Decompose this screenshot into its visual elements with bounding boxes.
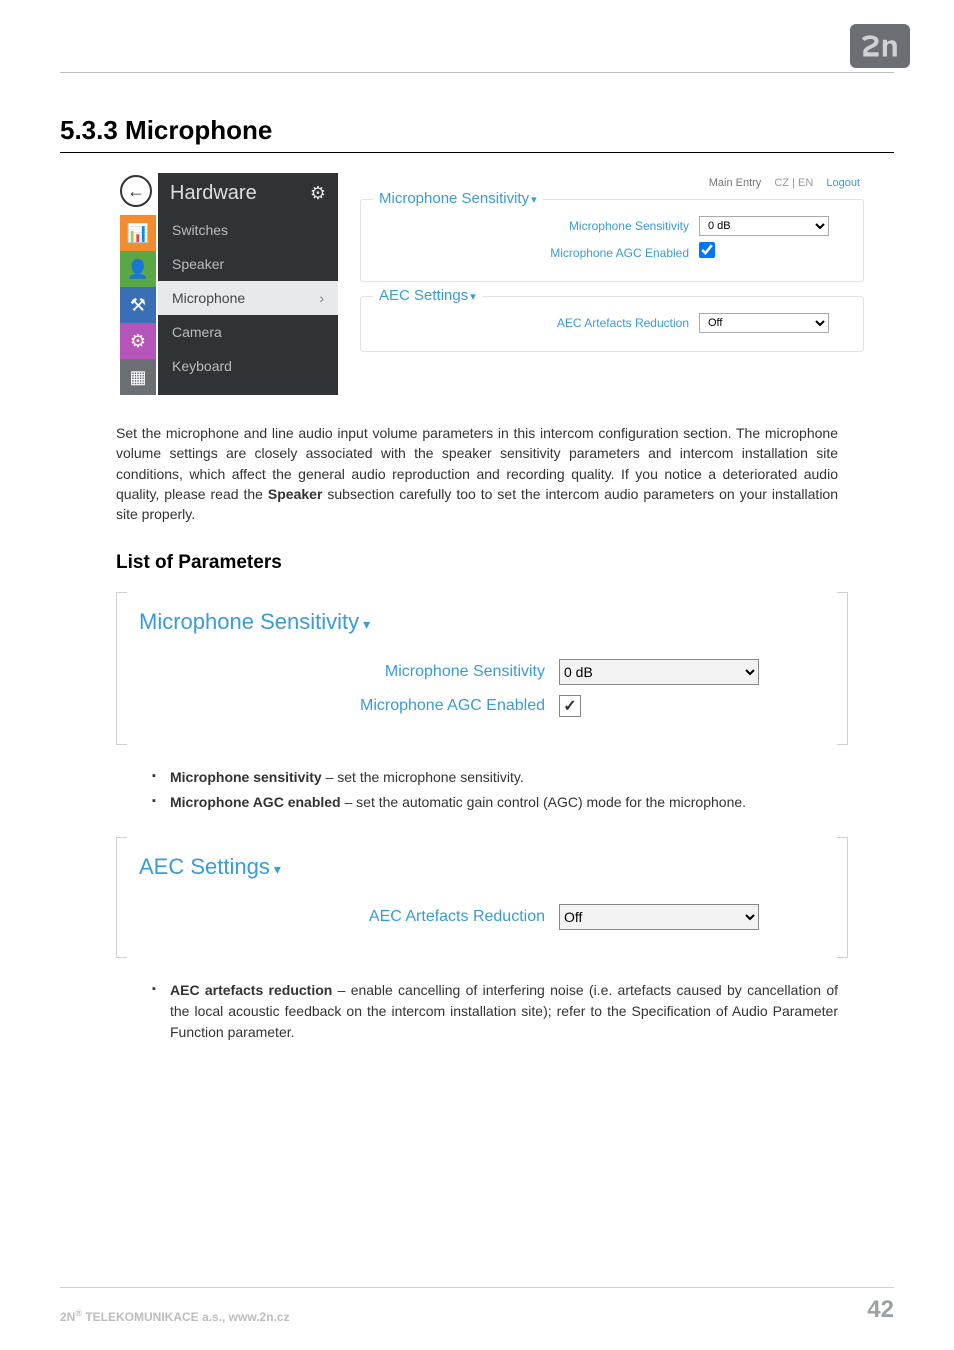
chevron-down-icon: ▾ bbox=[363, 616, 370, 632]
bullet-rest: – set the automatic gain control (AGC) m… bbox=[341, 794, 746, 810]
bars-icon: 📊 bbox=[127, 223, 149, 244]
section-title: 5.3.3 Microphone bbox=[60, 115, 894, 146]
divider-under-title bbox=[60, 152, 894, 153]
chevron-down-icon: ▾ bbox=[470, 291, 476, 303]
brand-2n-glyph bbox=[859, 33, 901, 59]
footer-page-number: 42 bbox=[867, 1296, 894, 1324]
gear-icon: ⚙ bbox=[130, 331, 146, 352]
row-mic-sensitivity: Microphone Sensitivity 0 dB bbox=[375, 216, 849, 236]
list-item: AEC artefacts reduction – enable cancell… bbox=[152, 980, 838, 1043]
label-mic-sensitivity-large: Microphone Sensitivity bbox=[145, 663, 545, 681]
grid-icon: ▦ bbox=[129, 367, 146, 388]
nav-tile-system[interactable]: ▦ bbox=[120, 359, 156, 395]
checkbox-mic-agc[interactable] bbox=[699, 242, 715, 258]
chevron-right-icon: › bbox=[319, 290, 324, 306]
sidebar-item-label: Keyboard bbox=[172, 358, 232, 374]
intro-strong: Speaker bbox=[268, 486, 322, 502]
nav-icon-column: ← 📊 👤 ⚒ ⚙ ▦ bbox=[120, 173, 158, 395]
embedded-ui-screenshot: ← 📊 👤 ⚒ ⚙ ▦ Hardware ⚙ Switches Speaker … bbox=[120, 173, 874, 395]
panel-legend-text: AEC Settings bbox=[139, 854, 270, 879]
language-switch[interactable]: CZ | EN bbox=[774, 177, 813, 189]
select-aec-artefacts-large[interactable]: Off bbox=[559, 904, 759, 930]
intro-paragraph: Set the microphone and line audio input … bbox=[116, 423, 838, 524]
bullet-list-sensitivity: Microphone sensitivity – set the microph… bbox=[152, 767, 838, 813]
device-name: Main Entry bbox=[709, 177, 762, 189]
group-legend-text: Microphone Sensitivity bbox=[379, 190, 529, 207]
sidebar-item-microphone[interactable]: Microphone › bbox=[158, 281, 338, 315]
panel-aec-settings: AEC Settings▾ AEC Artefacts Reduction Of… bbox=[116, 837, 848, 958]
nav-tile-strip: 📊 👤 ⚒ ⚙ ▦ bbox=[120, 215, 158, 395]
label-mic-agc: Microphone AGC Enabled bbox=[550, 246, 689, 260]
footer-company: 2N® TELEKOMUNIKACE a.s., www.2n.cz bbox=[60, 1308, 290, 1324]
tools-icon: ⚒ bbox=[130, 295, 146, 316]
arrow-left-icon: ← bbox=[127, 181, 145, 202]
sidebar-item-keyboard[interactable]: Keyboard bbox=[158, 349, 338, 383]
chevron-down-icon: ▾ bbox=[531, 194, 537, 206]
label-mic-sensitivity: Microphone Sensitivity bbox=[569, 219, 689, 233]
sidebar-item-label: Switches bbox=[172, 222, 228, 238]
bullet-list-aec: AEC artefacts reduction – enable cancell… bbox=[152, 980, 838, 1043]
sidebar-title: Hardware bbox=[170, 182, 257, 205]
panel-mic-sensitivity: Microphone Sensitivity▾ Microphone Sensi… bbox=[116, 592, 848, 745]
nav-tile-status[interactable]: 📊 bbox=[120, 215, 156, 251]
label-mic-agc-large: Microphone AGC Enabled bbox=[145, 697, 545, 715]
sidebar-item-label: Camera bbox=[172, 324, 222, 340]
row-mic-sensitivity-large: Microphone Sensitivity 0 dB bbox=[145, 659, 819, 685]
sidebar-item-label: Speaker bbox=[172, 256, 224, 272]
bullet-strong: Microphone sensitivity bbox=[170, 769, 322, 785]
label-aec-artefacts: AEC Artefacts Reduction bbox=[557, 316, 689, 330]
back-button[interactable]: ← bbox=[120, 175, 152, 207]
bullet-strong: Microphone AGC enabled bbox=[170, 794, 341, 810]
select-aec-artefacts[interactable]: Off bbox=[699, 313, 829, 333]
panel-legend-text: Microphone Sensitivity bbox=[139, 609, 359, 634]
bullet-strong: AEC artefacts reduction bbox=[170, 982, 332, 998]
bullet-rest: – set the microphone sensitivity. bbox=[322, 769, 524, 785]
group-legend[interactable]: Microphone Sensitivity▾ bbox=[373, 190, 543, 207]
nav-tile-hardware[interactable]: ⚙ bbox=[120, 323, 156, 359]
sidebar-header: Hardware ⚙ bbox=[158, 173, 338, 213]
sidebar-item-speaker[interactable]: Speaker bbox=[158, 247, 338, 281]
panel-legend[interactable]: Microphone Sensitivity▾ bbox=[139, 609, 378, 635]
logout-link[interactable]: Logout bbox=[826, 177, 860, 189]
panel-legend[interactable]: AEC Settings▾ bbox=[139, 854, 289, 880]
row-mic-agc-large: Microphone AGC Enabled ✓ bbox=[145, 695, 819, 717]
label-aec-artefacts-large: AEC Artefacts Reduction bbox=[145, 908, 545, 926]
group-legend-text: AEC Settings bbox=[379, 287, 468, 304]
user-icon: 👤 bbox=[127, 259, 149, 280]
row-aec-artefacts: AEC Artefacts Reduction Off bbox=[375, 313, 849, 333]
row-aec-artefacts-large: AEC Artefacts Reduction Off bbox=[145, 904, 819, 930]
group-aec-settings: AEC Settings▾ AEC Artefacts Reduction Of… bbox=[360, 296, 864, 352]
select-mic-sensitivity-large[interactable]: 0 dB bbox=[559, 659, 759, 685]
page-footer: 2N® TELEKOMUNIKACE a.s., www.2n.cz 42 bbox=[60, 1287, 894, 1324]
content-area: Main Entry CZ | EN Logout Microphone Sen… bbox=[338, 173, 874, 395]
list-item: Microphone AGC enabled – set the automat… bbox=[152, 792, 838, 813]
sidebar: Hardware ⚙ Switches Speaker Microphone ›… bbox=[158, 173, 338, 395]
checkbox-mic-agc-large[interactable]: ✓ bbox=[559, 695, 581, 717]
sidebar-item-label: Microphone bbox=[172, 290, 245, 306]
nav-tile-directory[interactable]: 👤 bbox=[120, 251, 156, 287]
gear-icon: ⚙ bbox=[310, 183, 326, 204]
list-item: Microphone sensitivity – set the microph… bbox=[152, 767, 838, 788]
sidebar-item-camera[interactable]: Camera bbox=[158, 315, 338, 349]
row-mic-agc: Microphone AGC Enabled bbox=[375, 242, 849, 263]
group-mic-sensitivity: Microphone Sensitivity▾ Microphone Sensi… bbox=[360, 199, 864, 282]
divider-top bbox=[60, 72, 894, 73]
list-of-parameters-heading: List of Parameters bbox=[116, 552, 894, 574]
group-legend[interactable]: AEC Settings▾ bbox=[373, 287, 482, 304]
select-mic-sensitivity[interactable]: 0 dB bbox=[699, 216, 829, 236]
sidebar-item-switches[interactable]: Switches bbox=[158, 213, 338, 247]
chevron-down-icon: ▾ bbox=[274, 861, 281, 877]
nav-tile-services[interactable]: ⚒ bbox=[120, 287, 156, 323]
brand-logo bbox=[850, 24, 910, 68]
